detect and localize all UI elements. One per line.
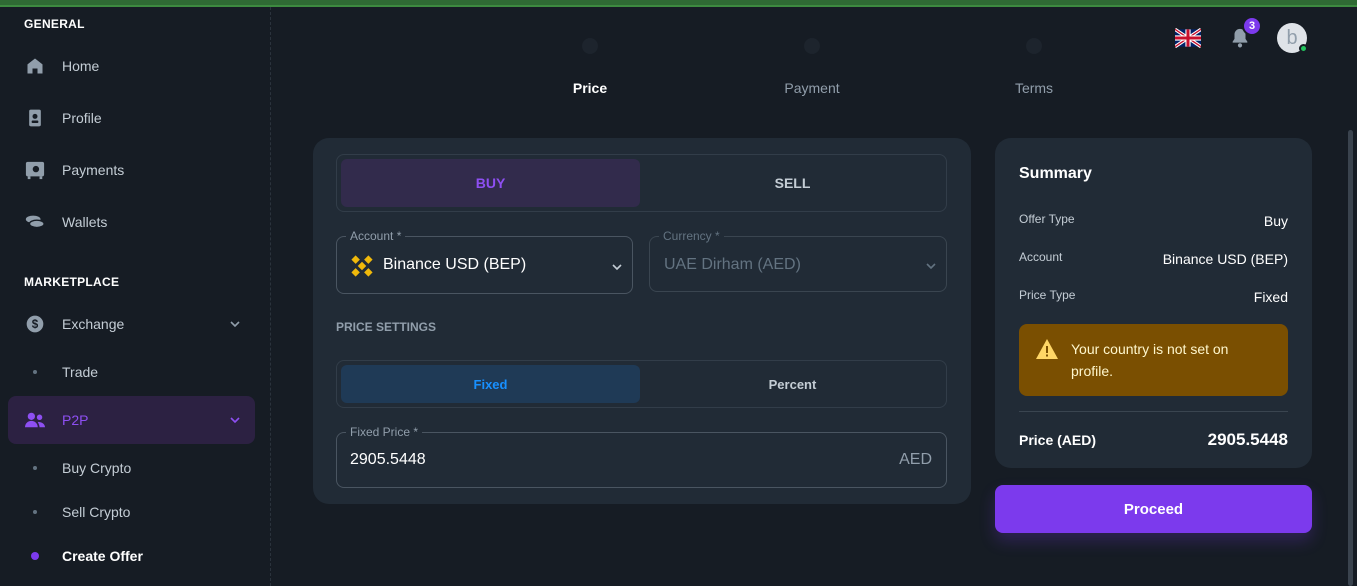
sidebar-item-exchange[interactable]: $ Exchange <box>8 300 255 348</box>
fixed-price-field[interactable]: Fixed Price * 2905.5448 AED <box>336 425 947 488</box>
dollar-coin-icon: $ <box>24 313 46 335</box>
currency-label: Currency * <box>659 229 724 243</box>
price-aed-value: 2905.5448 <box>1207 430 1288 449</box>
general-header: GENERAL <box>24 17 85 31</box>
warning-icon <box>1035 338 1059 365</box>
price-aed-label: Price (AED) <box>1019 432 1097 448</box>
chevron-down-icon <box>611 260 623 278</box>
sidebar-item-create-offer[interactable]: Create Offer <box>8 536 255 576</box>
binance-logo-icon <box>349 253 375 284</box>
chevron-down-icon <box>229 317 241 335</box>
online-status-dot <box>1299 44 1308 53</box>
offer-type-label: Offer Type <box>1019 212 1075 226</box>
currency-suffix: AED <box>899 451 932 468</box>
top-strip <box>0 0 1357 7</box>
coins-icon <box>24 211 46 233</box>
sidebar-item-trade[interactable]: Trade <box>8 352 255 392</box>
price-type-value: Fixed <box>1253 289 1288 305</box>
home-icon <box>24 55 46 77</box>
fixed-price-input[interactable]: 2905.5448 <box>350 451 426 469</box>
sidebar-item-sell-crypto[interactable]: Sell Crypto <box>8 492 255 532</box>
svg-text:$: $ <box>32 318 39 331</box>
sidebar-item-buy-crypto[interactable]: Buy Crypto <box>8 448 255 488</box>
sidebar-item-wallets[interactable]: Wallets <box>8 198 255 246</box>
price-type-label: Price Type <box>1019 288 1076 302</box>
sidebar-item-label: Wallets <box>62 214 108 230</box>
summary-title: Summary <box>1019 165 1092 182</box>
sidebar-item-label: P2P <box>62 412 89 428</box>
percent-toggle-button[interactable]: Percent <box>643 365 942 403</box>
account-summary-value: Binance USD (BEP) <box>1162 251 1288 267</box>
currency-select[interactable]: Currency * UAE Dirham (AED) <box>649 229 947 292</box>
sidebar: GENERAL Home Profile Payments Wallets MA… <box>0 7 271 586</box>
marketplace-header: MARKETPLACE <box>24 275 120 289</box>
safe-icon <box>24 159 46 181</box>
bullet-icon <box>33 466 37 470</box>
step-indicator <box>582 38 598 54</box>
sell-toggle-button[interactable]: SELL <box>643 159 942 207</box>
sidebar-item-label: Trade <box>62 364 99 380</box>
sidebar-item-p2p[interactable]: P2P <box>8 396 255 444</box>
step-indicator <box>804 38 820 54</box>
warning-text: Your country is not set on profile. <box>1071 341 1229 379</box>
fixed-toggle-button[interactable]: Fixed <box>341 365 640 403</box>
step-indicator <box>1026 38 1042 54</box>
account-summary-label: Account <box>1019 250 1063 264</box>
chevron-down-icon <box>925 259 937 277</box>
buy-toggle-button[interactable]: BUY <box>341 159 640 207</box>
sidebar-item-profile[interactable]: Profile <box>8 94 255 142</box>
bullet-icon <box>33 370 37 374</box>
account-value: Binance USD (BEP) <box>383 256 527 273</box>
step-payment: Payment <box>784 80 840 96</box>
users-icon <box>24 409 46 431</box>
sidebar-item-label: Buy Crypto <box>62 460 132 476</box>
sidebar-item-payments[interactable]: Payments <box>8 146 255 194</box>
step-price: Price <box>572 80 608 96</box>
account-select[interactable]: Account * Binance USD (BEP) <box>336 229 633 294</box>
fixed-price-label: Fixed Price * <box>346 425 423 439</box>
price-settings-title: PRICE SETTINGS <box>336 320 437 334</box>
profile-icon <box>24 107 46 129</box>
offer-type-value: Buy <box>1263 213 1288 229</box>
sidebar-item-label: Create Offer <box>62 548 143 564</box>
proceed-button[interactable]: Proceed <box>995 485 1312 533</box>
sidebar-item-label: Profile <box>62 110 102 126</box>
currency-value: UAE Dirham (AED) <box>664 256 801 273</box>
scrollbar[interactable] <box>1348 130 1353 586</box>
step-terms: Terms <box>1014 80 1054 96</box>
sidebar-item-label: Exchange <box>62 316 125 332</box>
sidebar-item-home[interactable]: Home <box>8 42 255 90</box>
account-label: Account * <box>346 229 406 243</box>
sidebar-item-label: Home <box>62 58 100 74</box>
bullet-icon <box>31 552 39 560</box>
uk-flag-icon[interactable] <box>1174 27 1202 53</box>
chevron-down-icon <box>229 413 241 431</box>
summary-divider <box>1019 411 1288 412</box>
country-warning-alert: Your country is not set on profile. <box>1019 324 1288 396</box>
sidebar-item-label: Sell Crypto <box>62 504 131 520</box>
bullet-icon <box>33 510 37 514</box>
notification-badge: 3 <box>1242 16 1262 36</box>
sidebar-item-label: Payments <box>62 162 125 178</box>
